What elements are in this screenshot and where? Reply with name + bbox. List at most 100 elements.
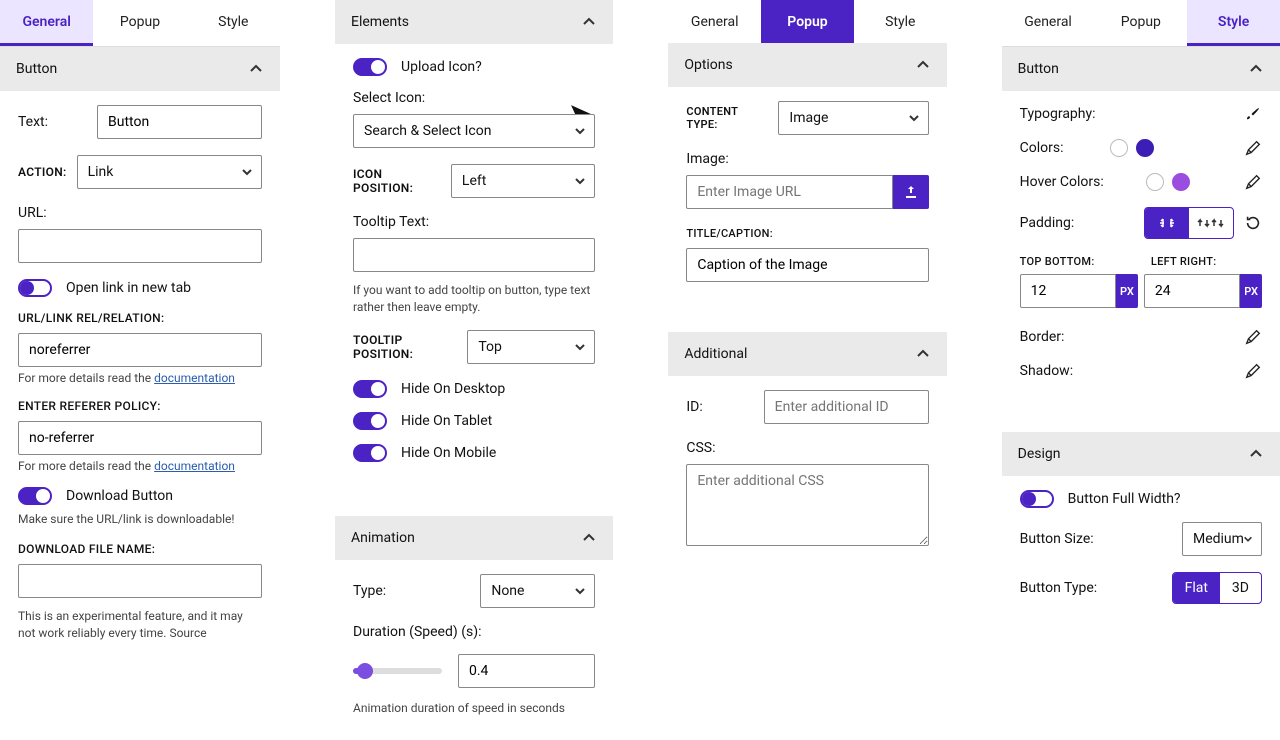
tab-popup[interactable]: Popup xyxy=(93,0,186,46)
chevron-up-icon xyxy=(581,530,597,546)
px-unit: PX xyxy=(1116,274,1138,308)
chevron-down-icon xyxy=(574,175,586,187)
color-swatch[interactable] xyxy=(1146,173,1164,191)
content-type-label: CONTENT TYPE: xyxy=(686,105,768,131)
section-elements-head[interactable]: Elements xyxy=(335,0,613,44)
button-type-group: Flat 3D xyxy=(1172,572,1262,604)
pencil-icon[interactable] xyxy=(1244,362,1262,380)
section-button-style-title: Button xyxy=(1018,61,1059,77)
fullwidth-toggle[interactable] xyxy=(1020,490,1054,508)
tabs-col1: General Popup Style xyxy=(0,0,280,47)
chevron-down-icon xyxy=(574,585,586,597)
colors-label: Colors: xyxy=(1020,140,1064,156)
section-design-head[interactable]: Design xyxy=(1002,432,1280,476)
image-url-input[interactable] xyxy=(686,175,892,209)
select-icon-dropdown[interactable]: Search & Select Icon xyxy=(353,114,595,148)
tooltip-text-input[interactable] xyxy=(353,238,595,272)
anim-type-label: Type: xyxy=(353,583,386,599)
url-input[interactable] xyxy=(18,229,262,263)
section-options-head[interactable]: Options xyxy=(668,43,946,87)
dlfile-input[interactable] xyxy=(18,564,262,598)
padding-mode-toggle[interactable] xyxy=(1144,207,1234,239)
padding-tb-input[interactable] xyxy=(1020,274,1116,308)
tabs-col3: General Popup Style xyxy=(668,0,946,43)
tooltip-pos-label: TOOLTIP POSITION: xyxy=(353,333,457,361)
text-label: Text: xyxy=(18,114,48,130)
refpol-hint: For more details read the documentation xyxy=(18,459,262,473)
type-3d-button[interactable]: 3D xyxy=(1220,573,1261,603)
size-select[interactable]: Medium xyxy=(1182,522,1262,556)
section-button-head[interactable]: Button xyxy=(0,47,280,91)
upload-icon-label: Upload Icon? xyxy=(401,59,482,75)
tab-style[interactable]: Style xyxy=(1187,0,1280,46)
chevron-up-icon xyxy=(1248,61,1264,77)
hide-tablet-toggle[interactable] xyxy=(353,412,387,430)
padding-individual-icon[interactable] xyxy=(1189,208,1233,238)
type-label: Button Type: xyxy=(1020,580,1098,596)
action-label: ACTION: xyxy=(18,165,67,179)
upload-button[interactable] xyxy=(893,175,929,209)
tooltip-pos-select[interactable]: Top xyxy=(467,330,595,364)
tabs-col4: General Popup Style xyxy=(1002,0,1280,47)
select-icon-label: Select Icon: xyxy=(353,90,595,106)
newtab-toggle[interactable] xyxy=(18,279,52,297)
section-additional-head[interactable]: Additional xyxy=(668,332,946,376)
padding-linked-icon[interactable] xyxy=(1145,208,1189,238)
tab-general[interactable]: General xyxy=(0,0,93,46)
border-label: Border: xyxy=(1020,329,1065,345)
rel-input[interactable] xyxy=(18,333,262,367)
anim-dur-hint: Animation duration of speed in seconds xyxy=(353,700,595,717)
id-input[interactable] xyxy=(764,390,929,424)
chevron-down-icon xyxy=(908,112,920,124)
anim-type-select[interactable]: None xyxy=(480,574,595,608)
hover-colors-label: Hover Colors: xyxy=(1020,174,1104,190)
action-select[interactable]: Link xyxy=(77,155,262,189)
chevron-up-icon xyxy=(915,57,931,73)
title-input[interactable] xyxy=(686,248,928,282)
section-options-title: Options xyxy=(684,57,732,73)
padding-lr-input[interactable] xyxy=(1144,274,1240,308)
typography-label: Typography: xyxy=(1020,106,1096,122)
css-textarea[interactable] xyxy=(686,464,928,546)
tab-popup[interactable]: Popup xyxy=(1094,0,1187,46)
download-label: Download Button xyxy=(66,488,173,504)
download-hint: Make sure the URL/link is downloadable! xyxy=(18,511,262,528)
pencil-icon[interactable] xyxy=(1244,328,1262,346)
content-type-select[interactable]: Image xyxy=(778,101,928,135)
pencil-icon[interactable] xyxy=(1244,139,1262,157)
tab-general[interactable]: General xyxy=(668,0,761,43)
section-animation-head[interactable]: Animation xyxy=(335,516,613,560)
icon-pos-label: ICON POSITION: xyxy=(353,167,441,195)
refpol-input[interactable] xyxy=(18,421,262,455)
tooltip-hint: If you want to add tooltip on button, ty… xyxy=(353,282,595,316)
anim-duration-slider[interactable] xyxy=(353,668,442,674)
hide-mobile-toggle[interactable] xyxy=(353,444,387,462)
hide-desktop-label: Hide On Desktop xyxy=(401,381,505,397)
id-label: ID: xyxy=(686,399,702,415)
reset-icon[interactable] xyxy=(1244,214,1262,232)
color-swatch[interactable] xyxy=(1172,173,1190,191)
tab-general[interactable]: General xyxy=(1002,0,1095,46)
tab-style[interactable]: Style xyxy=(854,0,947,43)
tab-popup[interactable]: Popup xyxy=(761,0,854,43)
icon-pos-select[interactable]: Left xyxy=(451,164,595,198)
css-label: CSS: xyxy=(686,440,928,456)
tab-style[interactable]: Style xyxy=(187,0,280,46)
text-input[interactable] xyxy=(97,105,262,139)
download-toggle[interactable] xyxy=(18,487,52,505)
documentation-link[interactable]: documentation xyxy=(154,459,235,473)
chevron-up-icon xyxy=(1248,446,1264,462)
anim-duration-input[interactable] xyxy=(458,654,595,688)
source-link[interactable]: Source xyxy=(169,626,206,640)
documentation-link[interactable]: documentation xyxy=(154,371,235,385)
rel-hint: For more details read the documentation xyxy=(18,371,262,385)
color-swatch[interactable] xyxy=(1136,139,1154,157)
section-button-style-head[interactable]: Button xyxy=(1002,47,1280,91)
pencil-icon[interactable] xyxy=(1244,173,1262,191)
hide-desktop-toggle[interactable] xyxy=(353,380,387,398)
color-swatch[interactable] xyxy=(1110,139,1128,157)
upload-icon-toggle[interactable] xyxy=(353,58,387,76)
dlfile-label: DOWNLOAD FILE NAME: xyxy=(18,542,262,556)
type-flat-button[interactable]: Flat xyxy=(1173,573,1220,603)
brush-icon[interactable] xyxy=(1244,105,1262,123)
